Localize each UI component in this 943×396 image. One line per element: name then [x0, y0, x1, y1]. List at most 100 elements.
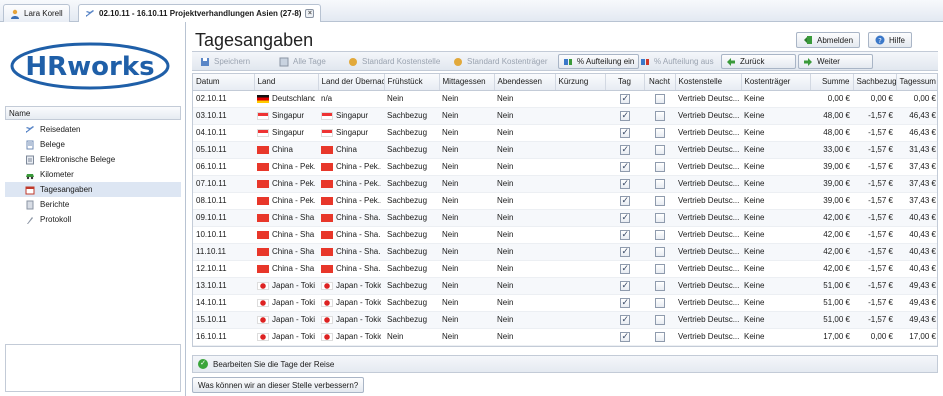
tag-checkbox[interactable] [619, 178, 630, 189]
cell-sachbezug[interactable]: -1,57 € [853, 141, 896, 159]
cell-kostentraeger[interactable]: Keine [741, 328, 810, 346]
cell-abendessen[interactable]: Nein [494, 209, 555, 227]
cell-land-uebernachtung[interactable]: China - Sha... [318, 226, 384, 244]
cell-abendessen[interactable]: Nein [494, 311, 555, 329]
cell-kuerzung[interactable] [555, 209, 605, 227]
cell-tagessumme[interactable]: 37,43 € [896, 158, 937, 176]
save-button[interactable]: Speichern [195, 54, 255, 69]
cell-summe[interactable]: 39,00 € [810, 192, 853, 210]
column-header-abendessen[interactable]: Abendessen [494, 74, 556, 91]
cell-sachbezug[interactable]: -1,57 € [853, 294, 896, 312]
cell-land[interactable]: China - Pek... [254, 192, 318, 210]
cell-fruehstueck[interactable]: Nein [384, 90, 439, 108]
cell-datum[interactable]: 10.10.11 [193, 226, 254, 244]
cell-kostenstelle[interactable]: Vertrieb Deutsc... [675, 277, 741, 295]
nacht-checkbox[interactable] [654, 297, 665, 308]
tag-checkbox[interactable] [619, 93, 630, 104]
cell-abendessen[interactable]: Nein [494, 141, 555, 159]
cell-kuerzung[interactable] [555, 158, 605, 176]
cell-kostentraeger[interactable]: Keine [741, 90, 810, 108]
cell-kostenstelle[interactable]: Vertrieb Deutsc... [675, 175, 741, 193]
back-button[interactable]: Zurück [721, 54, 796, 69]
cell-land-uebernachtung[interactable]: China - Pek... [318, 158, 384, 176]
nacht-checkbox[interactable] [654, 314, 665, 325]
cell-kostenstelle[interactable]: Vertrieb Deutsc... [675, 141, 741, 159]
cell-summe[interactable]: 42,00 € [810, 243, 853, 261]
table-row[interactable]: 09.10.11China - Sha...China - Sha...Sach… [193, 209, 937, 227]
column-header-kostenstelle[interactable]: Kostenstelle [675, 74, 742, 91]
table-row[interactable]: 13.10.11 Japan - Tokio Japan - Tokio Sachbe… [193, 277, 937, 295]
column-header-nacht[interactable]: Nacht [644, 74, 676, 91]
cell-sachbezug[interactable]: -1,57 € [853, 192, 896, 210]
standard-cost-unit-button[interactable]: Standard Kostenträger [448, 54, 553, 69]
cell-sachbezug[interactable]: 0,00 € [853, 90, 896, 108]
tab-user[interactable]: Lara Korell [3, 4, 70, 22]
table-row[interactable]: 07.10.11China - Pek...China - Pek...Sach… [193, 175, 937, 193]
cell-fruehstueck[interactable]: Sachbezug [384, 175, 439, 193]
cell-datum[interactable]: 04.10.11 [193, 124, 254, 142]
cell-mittagessen[interactable]: Nein [439, 124, 494, 142]
standard-cost-center-button[interactable]: Standard Kostenstelle [343, 54, 445, 69]
cell-fruehstueck[interactable]: Sachbezug [384, 209, 439, 227]
next-button[interactable]: Weiter [798, 54, 873, 69]
cell-kostenstelle[interactable]: Vertrieb Deutsc... [675, 124, 741, 142]
nacht-checkbox[interactable] [654, 229, 665, 240]
cell-kostentraeger[interactable]: Keine [741, 107, 810, 125]
cell-land-uebernachtung[interactable]: China - Sha... [318, 243, 384, 261]
cell-mittagessen[interactable]: Nein [439, 209, 494, 227]
sidebar-item-tagesangaben[interactable]: Tagesangaben [5, 182, 181, 197]
tag-checkbox[interactable] [619, 110, 630, 121]
sidebar-item-protokoll[interactable]: Protokoll [5, 212, 181, 227]
cell-fruehstueck[interactable]: Sachbezug [384, 124, 439, 142]
cell-kuerzung[interactable] [555, 226, 605, 244]
cell-kostenstelle[interactable]: Vertrieb Deutsc... [675, 90, 741, 108]
cell-mittagessen[interactable]: Nein [439, 175, 494, 193]
cell-datum[interactable]: 08.10.11 [193, 192, 254, 210]
table-row[interactable]: 05.10.11ChinaChinaSachbezugNeinNeinVertr… [193, 141, 937, 159]
tag-checkbox[interactable] [619, 144, 630, 155]
logout-button[interactable]: Abmelden [796, 32, 861, 48]
column-header-kostentraeger[interactable]: Kostenträger [741, 74, 811, 91]
table-row[interactable]: 16.10.11 Japan - Tokio Japan - Tokio Nein Ne… [193, 328, 937, 346]
cell-land[interactable]: Japan - Tokio [254, 294, 318, 312]
cell-mittagessen[interactable]: Nein [439, 260, 494, 278]
cell-kostenstelle[interactable]: Vertrieb Deutsc... [675, 243, 741, 261]
tag-checkbox[interactable] [619, 297, 630, 308]
split-on-button[interactable]: % Aufteilung ein [558, 54, 640, 69]
cell-abendessen[interactable]: Nein [494, 192, 555, 210]
nacht-checkbox[interactable] [654, 110, 665, 121]
cell-abendessen[interactable]: Nein [494, 124, 555, 142]
cell-land-uebernachtung[interactable]: Japan - Tokio [318, 328, 384, 346]
cell-abendessen[interactable]: Nein [494, 107, 555, 125]
tag-checkbox[interactable] [619, 212, 630, 223]
tag-checkbox[interactable] [619, 314, 630, 325]
all-days-button[interactable]: Alle Tage [274, 54, 331, 69]
nacht-checkbox[interactable] [654, 178, 665, 189]
cell-summe[interactable]: 51,00 € [810, 311, 853, 329]
cell-kuerzung[interactable] [555, 311, 605, 329]
nacht-checkbox[interactable] [654, 93, 665, 104]
cell-land[interactable]: Singapur [254, 124, 318, 142]
cell-abendessen[interactable]: Nein [494, 243, 555, 261]
cell-summe[interactable]: 51,00 € [810, 277, 853, 295]
cell-fruehstueck[interactable]: Sachbezug [384, 277, 439, 295]
table-row[interactable]: 04.10.11 Singapur Singapur Sachbezug Nein Nei… [193, 124, 937, 142]
cell-datum[interactable]: 06.10.11 [193, 158, 254, 176]
column-header-sachbezug[interactable]: Sachbezug [853, 74, 897, 91]
cell-abendessen[interactable]: Nein [494, 294, 555, 312]
cell-summe[interactable]: 48,00 € [810, 107, 853, 125]
cell-sachbezug[interactable]: -1,57 € [853, 260, 896, 278]
table-row[interactable]: 11.10.11China - Sha...China - Sha...Sach… [193, 243, 937, 261]
cell-tagessumme[interactable]: 17,00 € [896, 328, 937, 346]
cell-kostentraeger[interactable]: Keine [741, 243, 810, 261]
cell-sachbezug[interactable]: -1,57 € [853, 124, 896, 142]
nacht-checkbox[interactable] [654, 161, 665, 172]
column-header-fruehstueck[interactable]: Frühstück [384, 74, 440, 91]
cell-mittagessen[interactable]: Nein [439, 141, 494, 159]
cell-kostenstelle[interactable]: Vertrieb Deutsc... [675, 158, 741, 176]
column-header-tagessumme[interactable]: Tagessum [896, 74, 937, 91]
cell-tagessumme[interactable]: 46,43 € [896, 124, 937, 142]
cell-abendessen[interactable]: Nein [494, 328, 555, 346]
cell-datum[interactable]: 05.10.11 [193, 141, 254, 159]
nacht-checkbox[interactable] [654, 263, 665, 274]
